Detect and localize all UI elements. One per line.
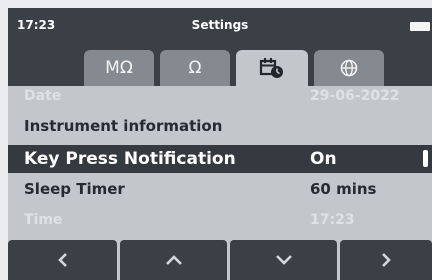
battery-icon: [410, 22, 430, 31]
settings-screen: 17:23 Settings MΩ Ω Date 29-06-2022 Inst…: [8, 8, 432, 280]
setting-value: 29-06-2022: [310, 88, 400, 104]
setting-value: 60 mins: [310, 180, 377, 198]
status-bar: 17:23 Settings: [8, 8, 432, 42]
tab-region[interactable]: [314, 50, 384, 86]
setting-label: Date: [24, 88, 62, 104]
setting-label: Instrument information: [24, 117, 223, 135]
setting-label: Sleep Timer: [24, 180, 125, 198]
chevron-up-icon: [165, 254, 183, 266]
page-title: Settings: [191, 18, 249, 32]
setting-label: Time: [24, 212, 63, 228]
tab-label: MΩ: [105, 58, 133, 78]
tab-date-time[interactable]: [236, 50, 308, 86]
calendar-clock-icon: [259, 57, 285, 79]
setting-row-key-press-notification[interactable]: Key Press Notification On: [8, 145, 432, 173]
chevron-right-icon: [379, 252, 393, 268]
nav-down-button[interactable]: [230, 240, 337, 280]
setting-row-sleep-timer[interactable]: Sleep Timer 60 mins: [8, 180, 432, 202]
tab-bar: MΩ Ω: [8, 42, 432, 86]
setting-label: Key Press Notification: [24, 149, 236, 169]
nav-up-button[interactable]: [120, 240, 227, 280]
setting-row-instrument-information[interactable]: Instrument information: [8, 117, 432, 139]
tab-ohm[interactable]: Ω: [160, 50, 230, 86]
globe-icon: [340, 59, 358, 77]
chevron-down-icon: [275, 254, 293, 266]
setting-row-date[interactable]: Date 29-06-2022: [8, 88, 432, 108]
settings-list: Date 29-06-2022 Instrument information K…: [8, 86, 432, 238]
setting-value: On: [310, 149, 337, 169]
tab-label: Ω: [188, 58, 202, 78]
scrollbar-thumb[interactable]: [423, 150, 428, 167]
setting-row-time[interactable]: Time 17:23: [8, 212, 432, 232]
setting-value: 17:23: [310, 212, 355, 228]
navigation-bar: [8, 238, 432, 280]
chevron-left-icon: [56, 252, 70, 268]
nav-left-button[interactable]: [8, 240, 117, 280]
tab-megaohm[interactable]: MΩ: [84, 50, 154, 86]
nav-right-button[interactable]: [340, 240, 432, 280]
